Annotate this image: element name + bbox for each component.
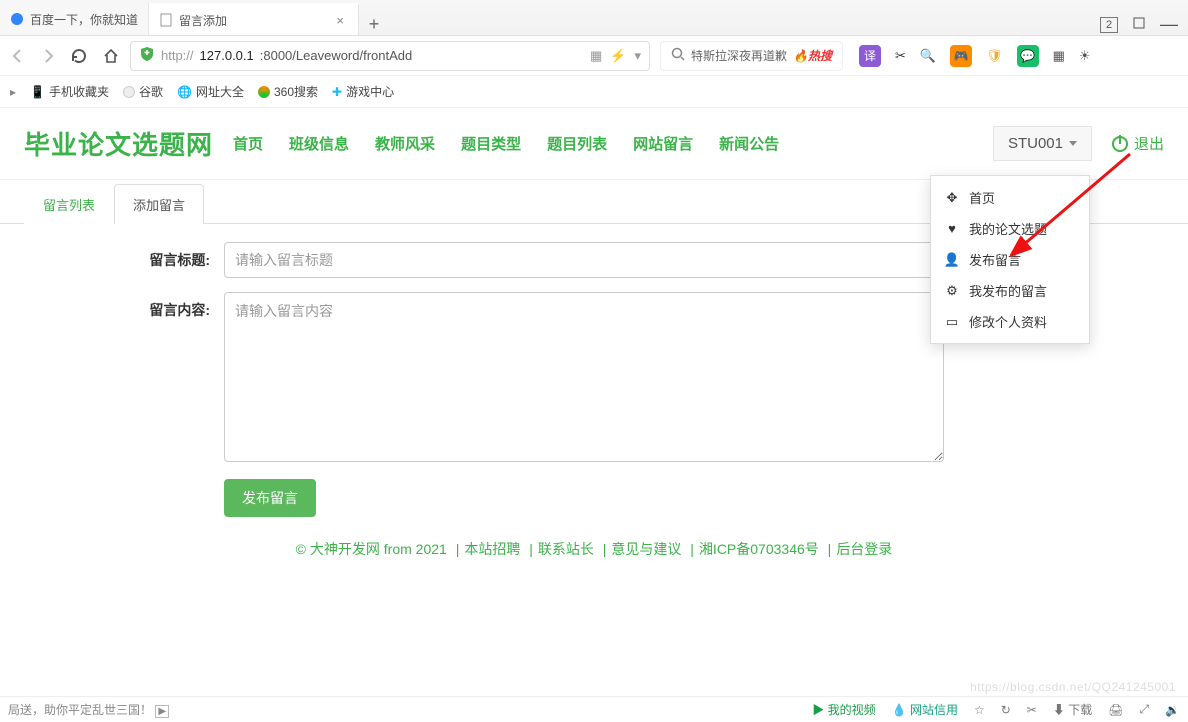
dropdown-my-messages[interactable]: ⚙我发布的留言 [931,275,1089,306]
ext-scissors-icon[interactable]: ✂ [895,48,906,64]
dropdown-my-thesis[interactable]: ♥我的论文选题 [931,213,1089,244]
nav-topic-list[interactable]: 题目列表 [547,133,607,154]
status-sound-icon[interactable]: 🔉 [1165,703,1180,717]
window-minimize-icon[interactable]: — [1160,14,1178,35]
logout-button[interactable]: 退出 [1112,133,1164,154]
title-input[interactable] [224,242,944,278]
extensions-tray: 译 ✂ 🔍 🎮 🛡 💬 ▦ ☀ [859,45,1091,67]
bookmark-sites[interactable]: 🌐网址大全 [177,83,244,100]
power-icon [1112,136,1128,152]
footer-link[interactable]: 湘ICP备0703346号 [699,541,819,557]
hot-search-box[interactable]: 特斯拉深夜再道歉 🔥热搜 [660,41,843,71]
url-scheme: http:// [161,48,194,63]
bookmarks-bar: ▸ 📱手机收藏夹 谷歌 🌐网址大全 360搜索 ✚游戏中心 [0,76,1188,108]
ext-search-icon[interactable]: 🔍 [920,48,936,64]
ext-shield-icon[interactable]: 🛡 [986,48,1003,64]
bookmark-360[interactable]: 360搜索 [258,83,318,100]
footer-link[interactable]: 本站招聘 [464,541,520,557]
nav-news[interactable]: 新闻公告 [719,133,779,154]
qr-icon[interactable]: ▦ [590,48,602,64]
window-restore-icon[interactable] [1132,16,1146,33]
browser-tab[interactable]: 百度一下，你就知道 [0,3,149,35]
nav-topic-type[interactable]: 题目类型 [461,133,521,154]
browser-status-bar: 局送，助你平定乱世三国！ ▶ ▶ 我的视频 💧 网站信用 ☆ ↻ ✂ ⬇ 下载 … [0,696,1188,722]
caret-down-icon [1069,141,1077,146]
footer-link[interactable]: 后台登录 [836,541,892,557]
status-zoom-icon[interactable]: ⤢ [1139,702,1149,717]
card-icon: ▭ [945,314,959,330]
site-logo[interactable]: 毕业论文选题网 [24,125,213,162]
dropdown-profile[interactable]: ▭修改个人资料 [931,306,1089,337]
footer-link[interactable]: 联系站长 [538,541,594,557]
status-download[interactable]: ⬇ 下载 [1053,701,1092,718]
new-tab-button[interactable]: + [359,14,389,35]
browser-tab-bar: 百度一下，你就知道 留言添加 × + 2 — [0,0,1188,36]
bolt-icon[interactable]: ⚡ [610,48,626,64]
ext-chat-icon[interactable]: 💬 [1017,45,1039,67]
bookmark-google[interactable]: 谷歌 [123,83,163,100]
status-cut-icon[interactable]: ✂ [1027,703,1037,717]
main-nav: 首页 班级信息 教师风采 题目类型 题目列表 网站留言 新闻公告 [233,133,779,154]
window-controls: 2 — [1090,14,1188,35]
status-print-icon[interactable]: 🖨 [1108,703,1123,717]
address-bar: http:// 127.0.0.1 :8000/Leaveword/frontAdd… [0,36,1188,76]
status-promo[interactable]: 局送，助你平定乱世三国！ ▶ [8,701,169,718]
dropdown-home[interactable]: ✥首页 [931,182,1089,213]
dropdown-post-message[interactable]: 👤发布留言 [931,244,1089,275]
favicon-page [159,13,173,27]
site-header: 毕业论文选题网 首页 班级信息 教师风采 题目类型 题目列表 网站留言 新闻公告… [0,108,1188,180]
tab-count-badge[interactable]: 2 [1100,17,1118,33]
tab-add-message[interactable]: 添加留言 [114,184,204,224]
status-video[interactable]: ▶ 我的视频 [812,701,875,718]
close-tab-icon[interactable]: × [332,13,348,28]
ext-translate[interactable]: 译 [859,45,881,67]
reload-button[interactable] [70,47,88,65]
nav-guestbook[interactable]: 网站留言 [633,133,693,154]
ext-game-icon[interactable]: 🎮 [950,45,972,67]
bookmarks-toggle-icon[interactable]: ▸ [10,85,16,99]
status-history-icon[interactable]: ↻ [1001,703,1011,717]
url-dropdown-icon[interactable]: ▾ [634,48,641,64]
move-icon: ✥ [945,190,959,206]
user-label: STU001 [1008,135,1063,152]
user-dropdown: ✥首页 ♥我的论文选题 👤发布留言 ⚙我发布的留言 ▭修改个人资料 [930,175,1090,344]
shield-icon [139,46,155,65]
nav-home[interactable]: 首页 [233,133,263,154]
user-icon: 👤 [945,252,959,268]
user-menu-button[interactable]: STU001 [993,126,1092,161]
hot-badge: 🔥热搜 [793,47,832,64]
browser-tab-active[interactable]: 留言添加 × [149,3,359,35]
url-host: 127.0.0.1 [200,48,254,63]
gear-icon: ⚙ [945,283,959,299]
ext-apps-icon[interactable]: ▦ [1053,48,1065,64]
footer-copyright: © 大神开发网 from 2021 [296,541,447,557]
nav-teacher[interactable]: 教师风采 [375,133,435,154]
forward-button[interactable] [40,48,56,64]
nav-class[interactable]: 班级信息 [289,133,349,154]
watermark-text: https://blog.csdn.net/QQ241245001 [970,680,1176,694]
title-label: 留言标题: [24,242,224,278]
heart-icon: ♥ [945,221,959,236]
status-fav-icon[interactable]: ☆ [974,703,985,717]
tab-title: 留言添加 [179,12,326,29]
url-field[interactable]: http:// 127.0.0.1 :8000/Leaveword/frontAdd… [130,41,650,71]
url-path: :8000/Leaveword/frontAdd [260,48,413,63]
favicon-baidu [10,12,24,26]
back-button[interactable] [10,48,26,64]
home-button[interactable] [102,47,120,65]
content-label: 留言内容: [24,292,224,465]
search-icon [671,47,685,64]
tab-title: 百度一下，你就知道 [30,11,138,28]
bookmark-mobile[interactable]: 📱手机收藏夹 [30,83,109,100]
site-footer: © 大神开发网 from 2021 |本站招聘 |联系站长 |意见与建议 |湘I… [0,539,1188,559]
ext-theme-icon[interactable]: ☀ [1079,48,1091,64]
footer-link[interactable]: 意见与建议 [611,541,681,557]
tab-message-list[interactable]: 留言列表 [24,184,114,224]
bookmark-games[interactable]: ✚游戏中心 [332,83,394,100]
hot-search-text: 特斯拉深夜再道歉 [691,47,787,64]
status-credit[interactable]: 💧 网站信用 [892,701,958,718]
content-textarea[interactable] [224,292,944,462]
submit-button[interactable]: 发布留言 [224,479,316,517]
